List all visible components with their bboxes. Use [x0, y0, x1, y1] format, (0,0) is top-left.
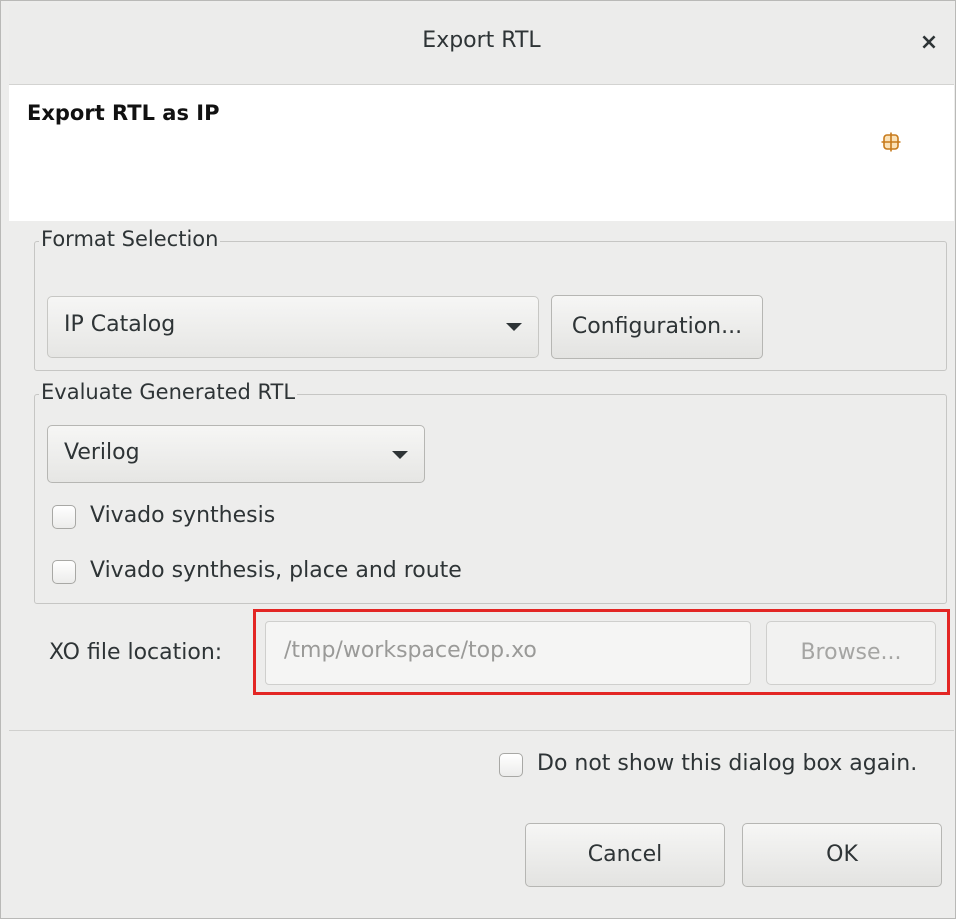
- format-select-value: IP Catalog: [64, 312, 176, 337]
- language-select-value: Verilog: [64, 440, 140, 465]
- browse-button[interactable]: Browse...: [766, 621, 936, 685]
- close-icon[interactable]: ×: [914, 28, 944, 58]
- dialog-title: Export RTL: [422, 28, 541, 53]
- evaluate-rtl-label: Evaluate Generated RTL: [39, 380, 298, 404]
- export-rtl-dialog: Export RTL × Export RTL as IP Format Sel…: [0, 0, 956, 919]
- ok-button[interactable]: OK: [742, 823, 942, 887]
- configuration-button[interactable]: Configuration...: [551, 295, 763, 359]
- evaluate-rtl-group: Evaluate Generated RTL Verilog Vivado sy…: [34, 380, 947, 604]
- header-title: Export RTL as IP: [27, 101, 220, 125]
- footer-separator: [9, 730, 954, 731]
- language-select[interactable]: Verilog: [47, 425, 425, 483]
- chevron-down-icon: [392, 451, 408, 459]
- vivado-synthesis-checkbox-row[interactable]: Vivado synthesis: [52, 503, 452, 533]
- chevron-down-icon: [506, 323, 522, 331]
- title-bar: Export RTL ×: [9, 4, 954, 85]
- xo-file-path-input[interactable]: /tmp/workspace/top.xo: [265, 621, 751, 685]
- format-select[interactable]: IP Catalog: [47, 296, 539, 358]
- vivado-pnr-label: Vivado synthesis, place and route: [90, 558, 462, 583]
- cancel-button[interactable]: Cancel: [525, 823, 725, 887]
- vivado-synthesis-label: Vivado synthesis: [90, 503, 276, 528]
- vivado-pnr-checkbox-row[interactable]: Vivado synthesis, place and route: [52, 558, 552, 588]
- dont-show-again-label: Do not show this dialog box again.: [537, 751, 918, 776]
- vivado-pnr-checkbox[interactable]: [52, 560, 76, 584]
- dialog-header: Export RTL as IP: [9, 85, 954, 221]
- grid-icon: [881, 132, 901, 152]
- vivado-synthesis-checkbox[interactable]: [52, 505, 76, 529]
- dialog-body: Format Selection IP Catalog Configuratio…: [9, 221, 954, 917]
- format-selection-label: Format Selection: [39, 227, 221, 251]
- xo-file-location-label: XO file location:: [49, 640, 223, 665]
- format-selection-group: Format Selection IP Catalog Configuratio…: [34, 227, 947, 371]
- dont-show-again-row[interactable]: Do not show this dialog box again.: [499, 751, 949, 781]
- dont-show-again-checkbox[interactable]: [499, 753, 523, 777]
